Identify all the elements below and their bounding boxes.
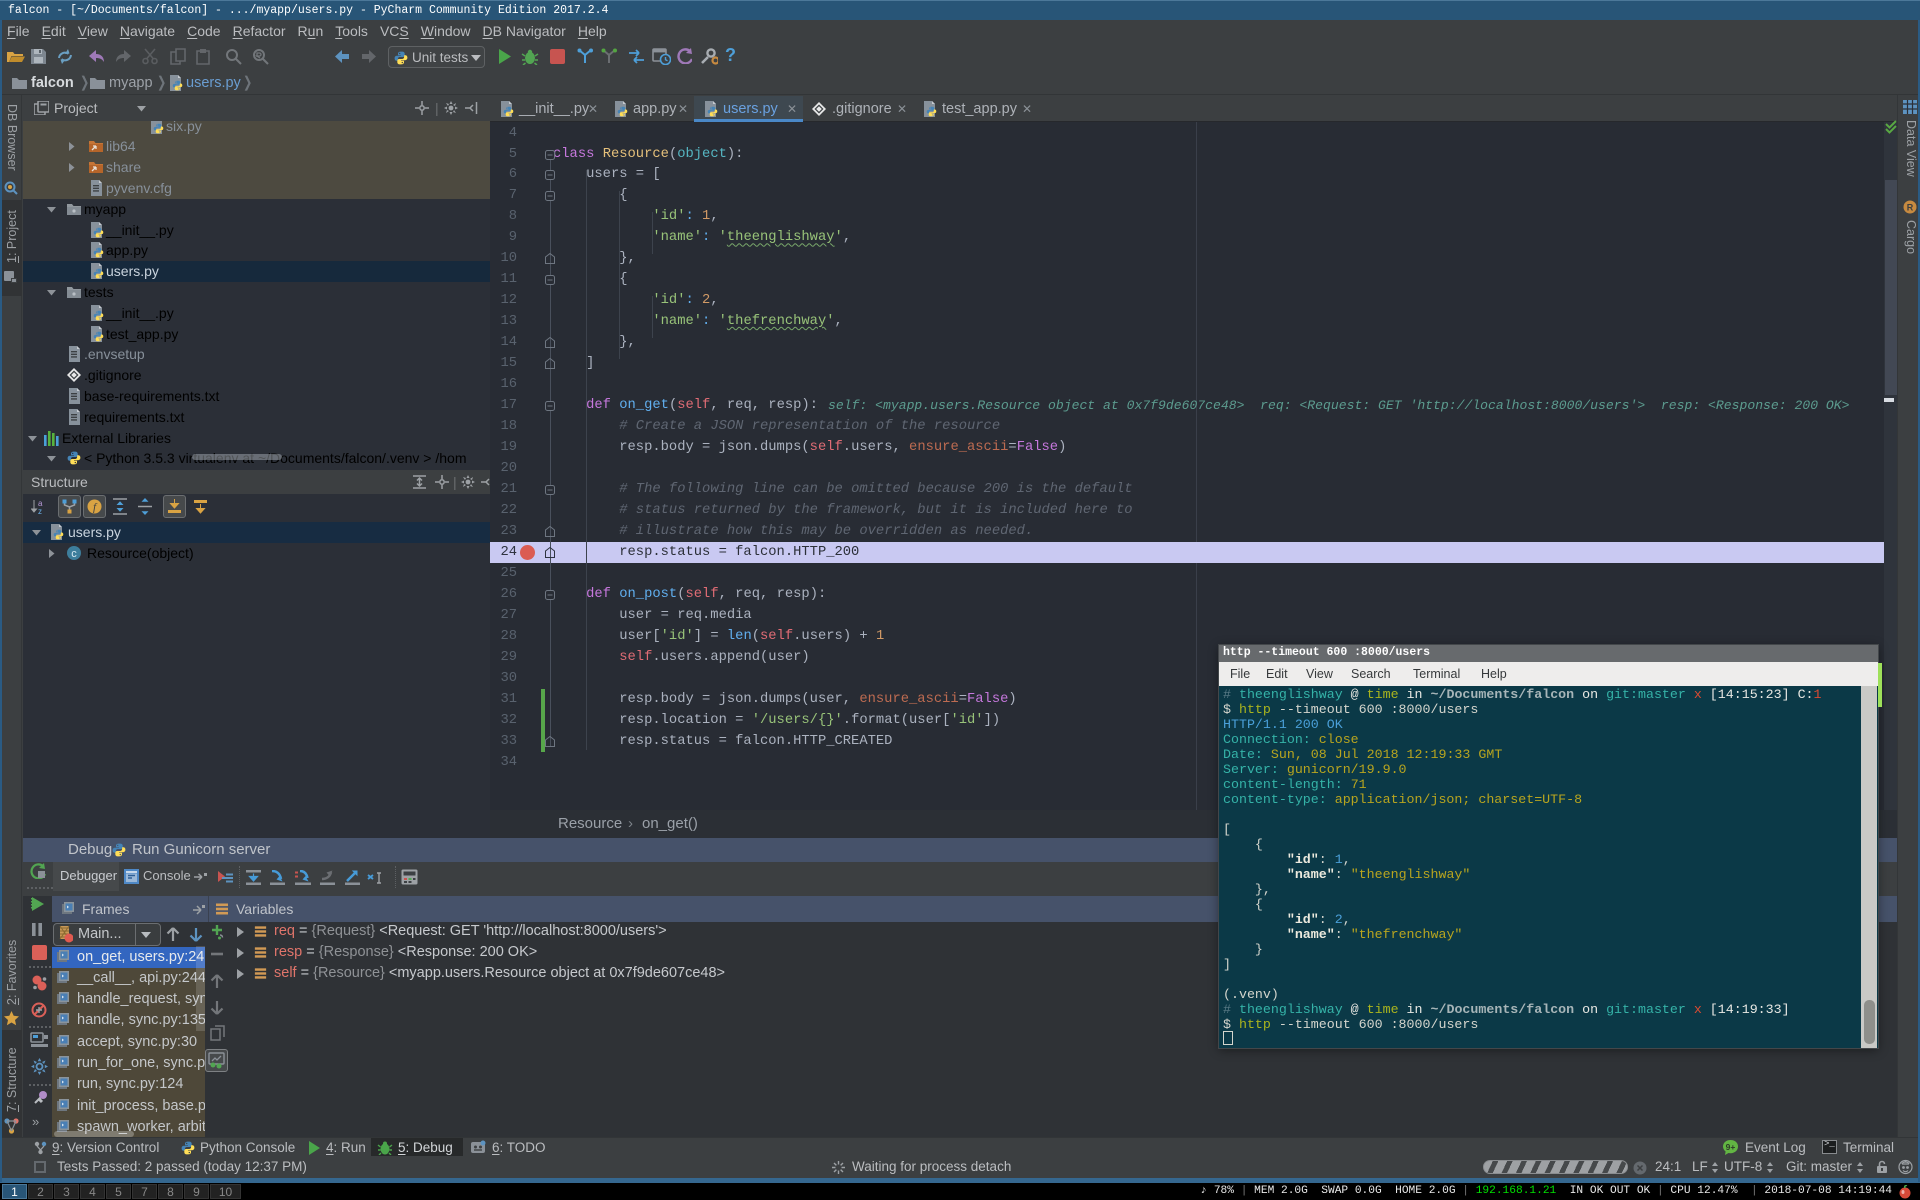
svg-text:R: R (1907, 203, 1914, 213)
svg-text:9+: 9+ (1726, 1142, 1736, 1152)
svg-text:z: z (38, 507, 42, 515)
